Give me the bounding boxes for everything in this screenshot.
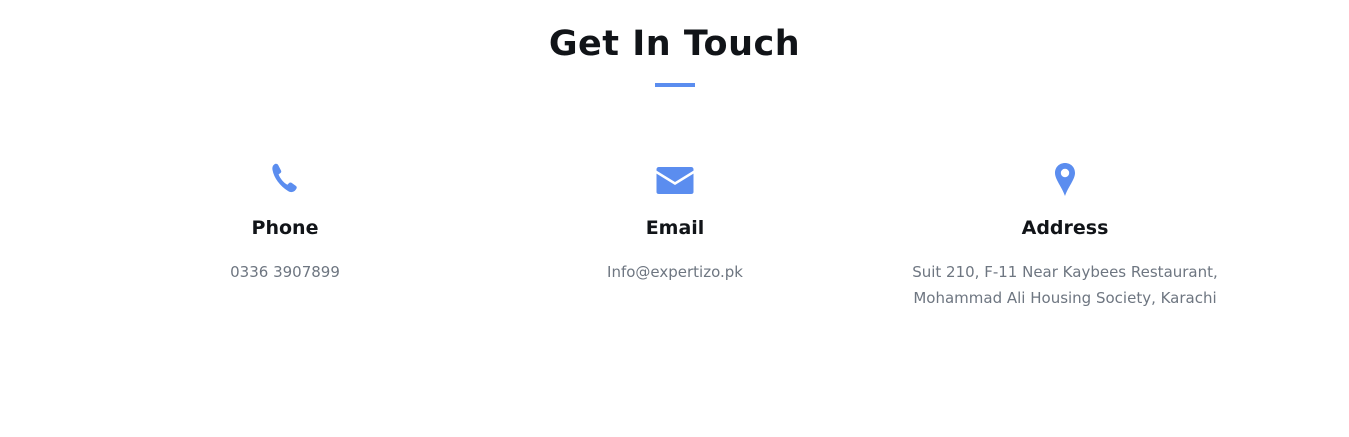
contact-address: Address Suit 210, F-11 Near Kaybees Rest… bbox=[845, 160, 1285, 311]
email-address[interactable]: Info@expertizo.pk bbox=[455, 259, 895, 285]
address-line-2: Mohammad Ali Housing Society, Karachi bbox=[913, 289, 1217, 307]
phone-heading: Phone bbox=[251, 217, 319, 239]
phone-number[interactable]: 0336 3907899 bbox=[65, 259, 505, 285]
contact-phone: Phone 0336 3907899 bbox=[65, 160, 505, 285]
contact-email: Email Info@expertizo.pk bbox=[455, 160, 895, 285]
address-text: Suit 210, F-11 Near Kaybees Restaurant, … bbox=[845, 259, 1285, 311]
phone-number-text[interactable]: 0336 3907899 bbox=[230, 263, 340, 281]
email-heading: Email bbox=[645, 217, 705, 239]
envelope-icon bbox=[653, 160, 697, 200]
title-underline bbox=[655, 83, 695, 87]
phone-icon bbox=[263, 160, 307, 200]
section-title: Get In Touch bbox=[548, 24, 801, 64]
address-heading: Address bbox=[1021, 217, 1109, 239]
address-line-1: Suit 210, F-11 Near Kaybees Restaurant, bbox=[912, 263, 1218, 281]
email-address-text[interactable]: Info@expertizo.pk bbox=[607, 263, 743, 281]
map-pin-icon bbox=[1043, 160, 1087, 200]
